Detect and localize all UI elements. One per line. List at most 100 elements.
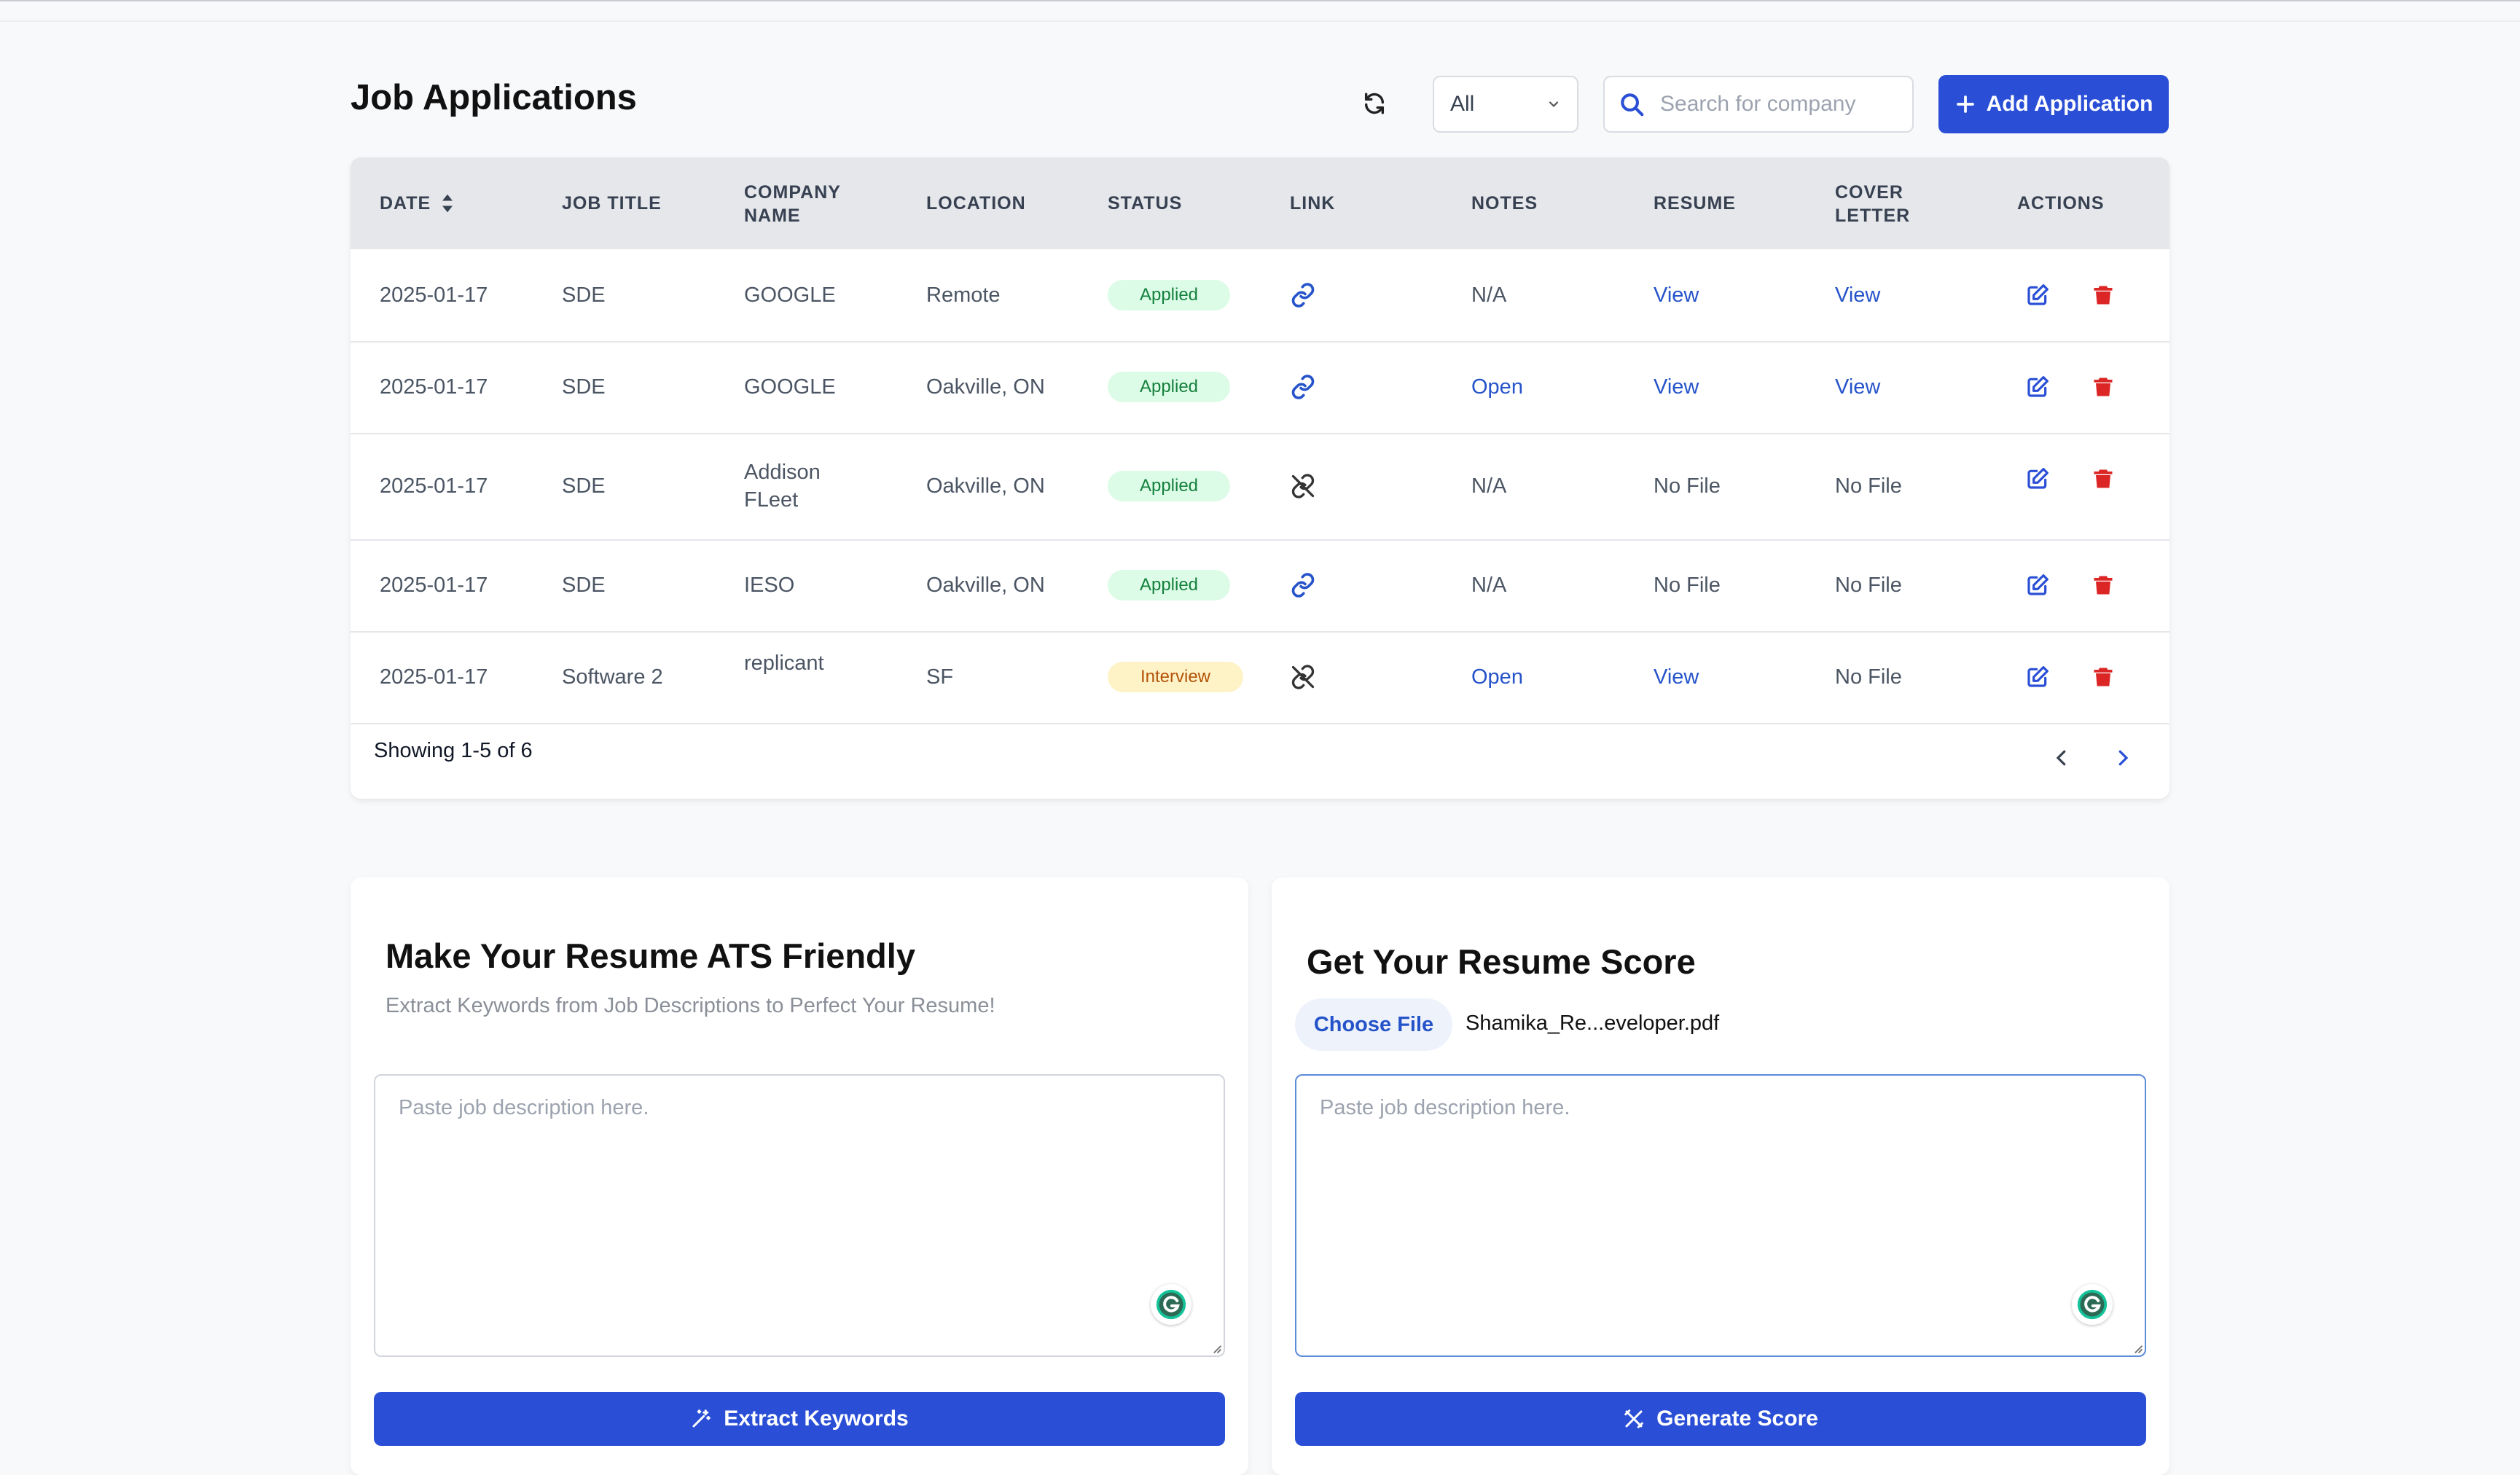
extract-keywords-label: Extract Keywords [724, 1406, 909, 1431]
chevron-right-icon [2118, 750, 2129, 766]
resume-cell: No File [1654, 474, 1721, 498]
delete-icon[interactable] [2089, 571, 2118, 600]
resume-cell[interactable]: View [1654, 663, 1699, 691]
notes-cell[interactable]: Open [1471, 663, 1523, 691]
grammarly-icon[interactable] [2072, 1284, 2113, 1325]
company-name-cell: GOOGLE [744, 375, 836, 399]
grammarly-icon[interactable] [1151, 1284, 1191, 1325]
edit-icon[interactable] [2023, 372, 2052, 402]
add-application-button[interactable]: Add Application [1938, 75, 2169, 133]
link-icon[interactable] [1288, 571, 1318, 600]
generate-score-label: Generate Score [1656, 1406, 1818, 1431]
date-cell: 2025-01-17 [380, 665, 488, 689]
link-icon[interactable] [1288, 281, 1318, 310]
table-row: 2025-01-17 SDE Addison FLeet Oakville, ON Ap… [351, 433, 2169, 541]
ats-panel-subtitle: Extract Keywords from Job Descriptions t… [386, 994, 995, 1017]
plus-icon [1956, 95, 1974, 113]
job-title-cell: SDE [562, 283, 606, 307]
column-header-link: LINK [1290, 193, 1336, 214]
location-cell: SF [926, 665, 954, 689]
resume-cell[interactable]: View [1654, 281, 1699, 309]
location-cell: Remote [926, 283, 1001, 307]
column-header-cover-letter: COVER LETTER [1835, 182, 1911, 226]
column-header-notes: NOTES [1471, 193, 1538, 214]
cover-letter-cell[interactable]: View [1835, 373, 1880, 401]
status-badge: Interview [1108, 662, 1243, 692]
company-name-cell: replicant [744, 652, 824, 675]
ats-job-description-input[interactable] [374, 1074, 1225, 1357]
refresh-button[interactable] [1357, 86, 1392, 121]
table-row: 2025-01-17 SDE GOOGLE Oakville, ON Applied Op… [351, 341, 2169, 434]
cover-letter-cell[interactable]: View [1835, 281, 1880, 309]
applications-table: DATE JOB TITLE COMPANY NAME LOCATION STA… [351, 157, 2169, 799]
selected-file-name: Shamika_Re...eveloper.pdf [1466, 1012, 1720, 1035]
delete-icon[interactable] [2089, 662, 2118, 692]
location-cell: Oakville, ON [926, 474, 1045, 498]
column-header-actions: ACTIONS [2017, 193, 2105, 214]
score-panel-title: Get Your Resume Score [1307, 942, 1696, 981]
company-name-cell: GOOGLE [744, 283, 836, 307]
date-cell: 2025-01-17 [380, 375, 488, 399]
edit-icon[interactable] [2023, 464, 2052, 493]
window-top-border [0, 0, 2520, 1]
magic-wand-icon [692, 1409, 711, 1428]
cover-letter-cell: No File [1835, 574, 1902, 597]
column-header-company-name: COMPANY NAME [744, 182, 841, 226]
job-title-cell: SDE [562, 474, 606, 498]
job-title-cell: SDE [562, 574, 606, 597]
tools-icon [1624, 1409, 1643, 1428]
column-header-resume: RESUME [1654, 193, 1736, 214]
location-cell: Oakville, ON [926, 375, 1045, 399]
ats-panel-title: Make Your Resume ATS Friendly [386, 936, 915, 975]
resize-handle-icon[interactable] [2132, 1342, 2143, 1354]
resume-score-panel: Get Your Resume Score Choose File Shamik… [1272, 877, 2169, 1475]
next-page-button[interactable] [2108, 743, 2137, 772]
status-badge: Applied [1108, 471, 1230, 501]
unlink-icon [1288, 472, 1318, 501]
ats-friendly-panel: Make Your Resume ATS Friendly Extract Ke… [351, 877, 1248, 1475]
column-header-status: STATUS [1108, 193, 1183, 214]
resize-handle-icon[interactable] [1210, 1342, 1222, 1354]
resume-cell[interactable]: View [1654, 373, 1699, 401]
resume-cell: No File [1654, 574, 1721, 597]
job-title-cell: SDE [562, 375, 606, 399]
extract-keywords-button[interactable]: Extract Keywords [374, 1392, 1225, 1446]
previous-page-button[interactable] [2047, 743, 2076, 772]
sort-icon [442, 194, 453, 213]
cover-letter-cell: No File [1835, 665, 1902, 689]
search-box[interactable] [1603, 76, 1914, 133]
score-job-description-input[interactable] [1295, 1074, 2146, 1357]
delete-icon[interactable] [2089, 281, 2118, 310]
search-input[interactable] [1659, 91, 1895, 117]
edit-icon[interactable] [2023, 281, 2052, 310]
chevron-left-icon [2056, 750, 2066, 766]
notes-cell: N/A [1471, 474, 1507, 498]
edit-icon[interactable] [2023, 662, 2052, 692]
cover-letter-cell: No File [1835, 474, 1902, 498]
link-icon[interactable] [1288, 372, 1318, 402]
page-title: Job Applications [351, 78, 637, 117]
column-header-date[interactable]: DATE [380, 192, 454, 215]
delete-icon[interactable] [2089, 372, 2118, 402]
table-row: 2025-01-17 SDE IESO Oakville, ON Applied N/A N… [351, 539, 2169, 633]
status-filter-select[interactable]: All [1433, 76, 1578, 133]
add-application-label: Add Application [1986, 92, 2153, 116]
status-filter-value: All [1450, 92, 1475, 116]
column-header-job-title: JOB TITLE [562, 193, 662, 214]
notes-cell: N/A [1471, 283, 1507, 307]
column-header-location: LOCATION [926, 193, 1026, 214]
delete-icon[interactable] [2089, 464, 2118, 493]
unlink-icon [1288, 662, 1318, 692]
status-badge: Applied [1108, 280, 1230, 310]
status-badge: Applied [1108, 570, 1230, 600]
refresh-icon [1364, 93, 1385, 114]
choose-file-button[interactable]: Choose File [1295, 998, 1452, 1051]
notes-cell: N/A [1471, 574, 1507, 597]
search-icon [1621, 93, 1644, 117]
window-divider [0, 20, 2520, 22]
generate-score-button[interactable]: Generate Score [1295, 1392, 2146, 1446]
edit-icon[interactable] [2023, 571, 2052, 600]
notes-cell[interactable]: Open [1471, 373, 1523, 401]
status-badge: Applied [1108, 372, 1230, 402]
pagination-status: Showing 1-5 of 6 [374, 739, 533, 762]
